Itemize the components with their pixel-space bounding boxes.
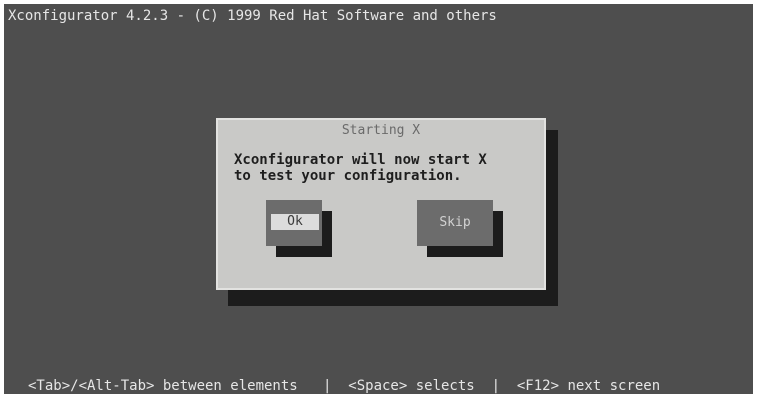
dialog-message-line: to test your configuration. — [234, 168, 462, 184]
ok-button-label: Ok — [271, 214, 319, 230]
dialog-title: Starting X — [341, 123, 421, 138]
ok-button[interactable]: Ok — [266, 200, 322, 246]
skip-button[interactable]: Skip — [417, 200, 493, 246]
skip-button-label: Skip — [439, 215, 471, 230]
terminal-screen: Xconfigurator 4.2.3 - (C) 1999 Red Hat S… — [4, 4, 753, 394]
starting-x-dialog: Starting X Xconfigurator will now start … — [216, 118, 546, 290]
keyboard-help-line: <Tab>/<Alt-Tab> between elements | <Spac… — [28, 378, 661, 394]
dialog-message: Xconfigurator will now start X to test y… — [234, 152, 487, 184]
dialog-message-line: Xconfigurator will now start X — [234, 152, 487, 168]
app-title-bar: Xconfigurator 4.2.3 - (C) 1999 Red Hat S… — [8, 8, 497, 24]
